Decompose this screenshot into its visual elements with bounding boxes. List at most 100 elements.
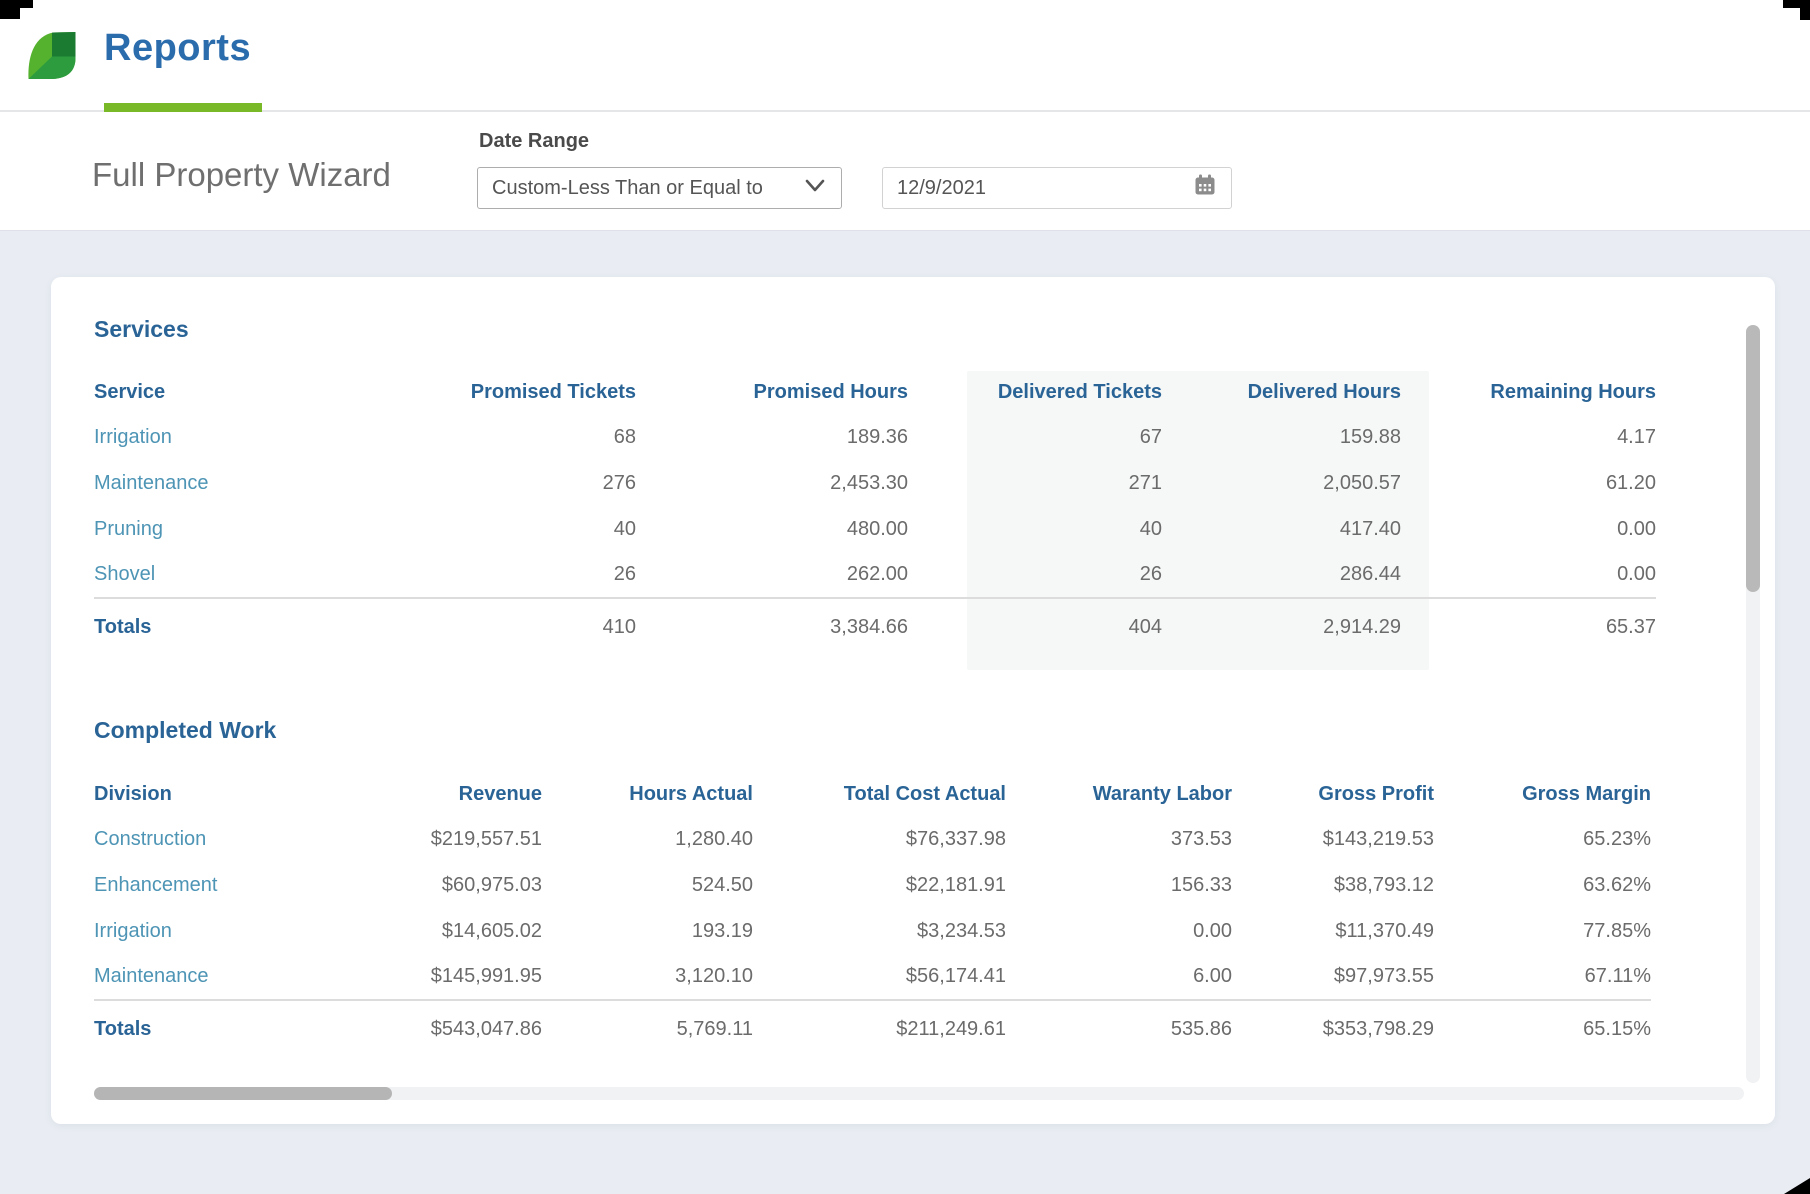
date-range-label: Date Range bbox=[479, 130, 589, 153]
cell-value: $11,370.49 bbox=[1232, 908, 1434, 954]
column-header: Total Cost Actual bbox=[753, 772, 1006, 816]
column-header: Gross Profit bbox=[1232, 772, 1434, 816]
cell-value: $97,973.55 bbox=[1232, 954, 1434, 1000]
screen-corner-artifact bbox=[1800, 0, 1810, 20]
table-row: Maintenance2762,453.302712,050.5761.20 bbox=[94, 460, 1656, 506]
horizontal-scrollbar-thumb[interactable] bbox=[94, 1087, 392, 1100]
cell-value: $76,337.98 bbox=[753, 816, 1006, 862]
table-row: Irrigation68189.3667159.884.17 bbox=[94, 414, 1656, 460]
column-header: Gross Margin bbox=[1434, 772, 1651, 816]
cell-value: 65.23% bbox=[1434, 816, 1651, 862]
cell-value: $38,793.12 bbox=[1232, 862, 1434, 908]
cell-value: 410 bbox=[394, 598, 636, 656]
cell-value: 2,050.57 bbox=[1162, 460, 1401, 506]
screen-corner-artifact bbox=[1784, 1178, 1810, 1194]
services-section-heading: Services bbox=[94, 316, 189, 343]
row-label-link[interactable]: Irrigation bbox=[94, 414, 394, 460]
cell-value: $56,174.41 bbox=[753, 954, 1006, 1000]
date-range-type-value: Custom-Less Than or Equal to bbox=[492, 177, 763, 200]
app-header: Reports bbox=[0, 0, 1810, 112]
column-header: Promised Tickets bbox=[394, 370, 636, 414]
column-header: Delivered Hours bbox=[1162, 370, 1401, 414]
cell-value: 0.00 bbox=[1006, 908, 1232, 954]
row-label-link[interactable]: Pruning bbox=[94, 506, 394, 552]
active-tab-underline bbox=[104, 103, 262, 112]
cell-value: $60,975.03 bbox=[300, 862, 542, 908]
cell-value: 67.11% bbox=[1434, 954, 1651, 1000]
row-label-link[interactable]: Construction bbox=[94, 816, 300, 862]
report-name: Full Property Wizard bbox=[92, 156, 391, 194]
cell-value: 2,453.30 bbox=[636, 460, 908, 506]
services-table: ServicePromised TicketsPromised HoursDel… bbox=[94, 370, 1656, 656]
calendar-icon[interactable] bbox=[1193, 173, 1217, 203]
cell-value: $143,219.53 bbox=[1232, 816, 1434, 862]
cell-value: $22,181.91 bbox=[753, 862, 1006, 908]
table-row: Enhancement$60,975.03524.50$22,181.91156… bbox=[94, 862, 1651, 908]
cell-value: 373.53 bbox=[1006, 816, 1232, 862]
column-header: Hours Actual bbox=[542, 772, 753, 816]
cell-value: 26 bbox=[394, 552, 636, 598]
row-label-link[interactable]: Irrigation bbox=[94, 908, 300, 954]
cell-value: 0.00 bbox=[1401, 552, 1656, 598]
cell-value: $353,798.29 bbox=[1232, 1000, 1434, 1058]
column-header: Revenue bbox=[300, 772, 542, 816]
report-filter-bar: Full Property Wizard Date Range Custom-L… bbox=[0, 112, 1810, 231]
cell-value: 189.36 bbox=[636, 414, 908, 460]
cell-value: 2,914.29 bbox=[1162, 598, 1401, 656]
completed-totals-row: Totals$543,047.865,769.11$211,249.61535.… bbox=[94, 1000, 1651, 1058]
cell-value: 193.19 bbox=[542, 908, 753, 954]
cell-value: 63.62% bbox=[1434, 862, 1651, 908]
completed-header-row: DivisionRevenueHours ActualTotal Cost Ac… bbox=[94, 772, 1651, 816]
date-value: 12/9/2021 bbox=[897, 177, 986, 200]
cell-value: 3,120.10 bbox=[542, 954, 753, 1000]
cell-value: 6.00 bbox=[1006, 954, 1232, 1000]
chevron-down-icon bbox=[803, 177, 827, 200]
column-header: Waranty Labor bbox=[1006, 772, 1232, 816]
column-header: Division bbox=[94, 772, 300, 816]
row-label-link[interactable]: Maintenance bbox=[94, 460, 394, 506]
cell-value: 524.50 bbox=[542, 862, 753, 908]
cell-value: 77.85% bbox=[1434, 908, 1651, 954]
vertical-scrollbar-thumb[interactable] bbox=[1746, 325, 1760, 592]
cell-value: $145,991.95 bbox=[300, 954, 542, 1000]
horizontal-scrollbar-track[interactable] bbox=[94, 1087, 1744, 1100]
cell-value: 417.40 bbox=[1162, 506, 1401, 552]
leaf-logo-icon[interactable] bbox=[27, 29, 77, 82]
cell-value: 404 bbox=[908, 598, 1162, 656]
completed-work-table: DivisionRevenueHours ActualTotal Cost Ac… bbox=[94, 772, 1651, 1058]
screen-corner-artifact bbox=[0, 0, 20, 19]
cell-value: 276 bbox=[394, 460, 636, 506]
cell-value: 4.17 bbox=[1401, 414, 1656, 460]
table-row: Maintenance$145,991.953,120.10$56,174.41… bbox=[94, 954, 1651, 1000]
cell-value: 61.20 bbox=[1401, 460, 1656, 506]
cell-value: 5,769.11 bbox=[542, 1000, 753, 1058]
cell-value: 286.44 bbox=[1162, 552, 1401, 598]
vertical-scrollbar-track[interactable] bbox=[1746, 325, 1760, 1083]
cell-value: Totals bbox=[94, 598, 394, 656]
table-row: Irrigation$14,605.02193.19$3,234.530.00$… bbox=[94, 908, 1651, 954]
report-card: Services ServicePromised TicketsPromised… bbox=[51, 277, 1775, 1124]
date-range-type-select[interactable]: Custom-Less Than or Equal to bbox=[477, 167, 842, 209]
row-label-link[interactable]: Shovel bbox=[94, 552, 394, 598]
cell-value: 156.33 bbox=[1006, 862, 1232, 908]
cell-value: 3,384.66 bbox=[636, 598, 908, 656]
cell-value: 1,280.40 bbox=[542, 816, 753, 862]
row-label-link[interactable]: Enhancement bbox=[94, 862, 300, 908]
cell-value: 68 bbox=[394, 414, 636, 460]
cell-value: 40 bbox=[394, 506, 636, 552]
cell-value: $543,047.86 bbox=[300, 1000, 542, 1058]
row-label-link[interactable]: Maintenance bbox=[94, 954, 300, 1000]
page-title-reports: Reports bbox=[104, 27, 251, 70]
table-row: Totals$543,047.865,769.11$211,249.61535.… bbox=[94, 1000, 1651, 1058]
column-header: Delivered Tickets bbox=[908, 370, 1162, 414]
table-row: Pruning40480.0040417.400.00 bbox=[94, 506, 1656, 552]
cell-value: Totals bbox=[94, 1000, 300, 1058]
completed-work-section-heading: Completed Work bbox=[94, 717, 276, 744]
date-input[interactable]: 12/9/2021 bbox=[882, 167, 1232, 209]
cell-value: 159.88 bbox=[1162, 414, 1401, 460]
cell-value: 26 bbox=[908, 552, 1162, 598]
cell-value: 535.86 bbox=[1006, 1000, 1232, 1058]
cell-value: $211,249.61 bbox=[753, 1000, 1006, 1058]
column-header: Remaining Hours bbox=[1401, 370, 1656, 414]
column-header: Service bbox=[94, 370, 394, 414]
